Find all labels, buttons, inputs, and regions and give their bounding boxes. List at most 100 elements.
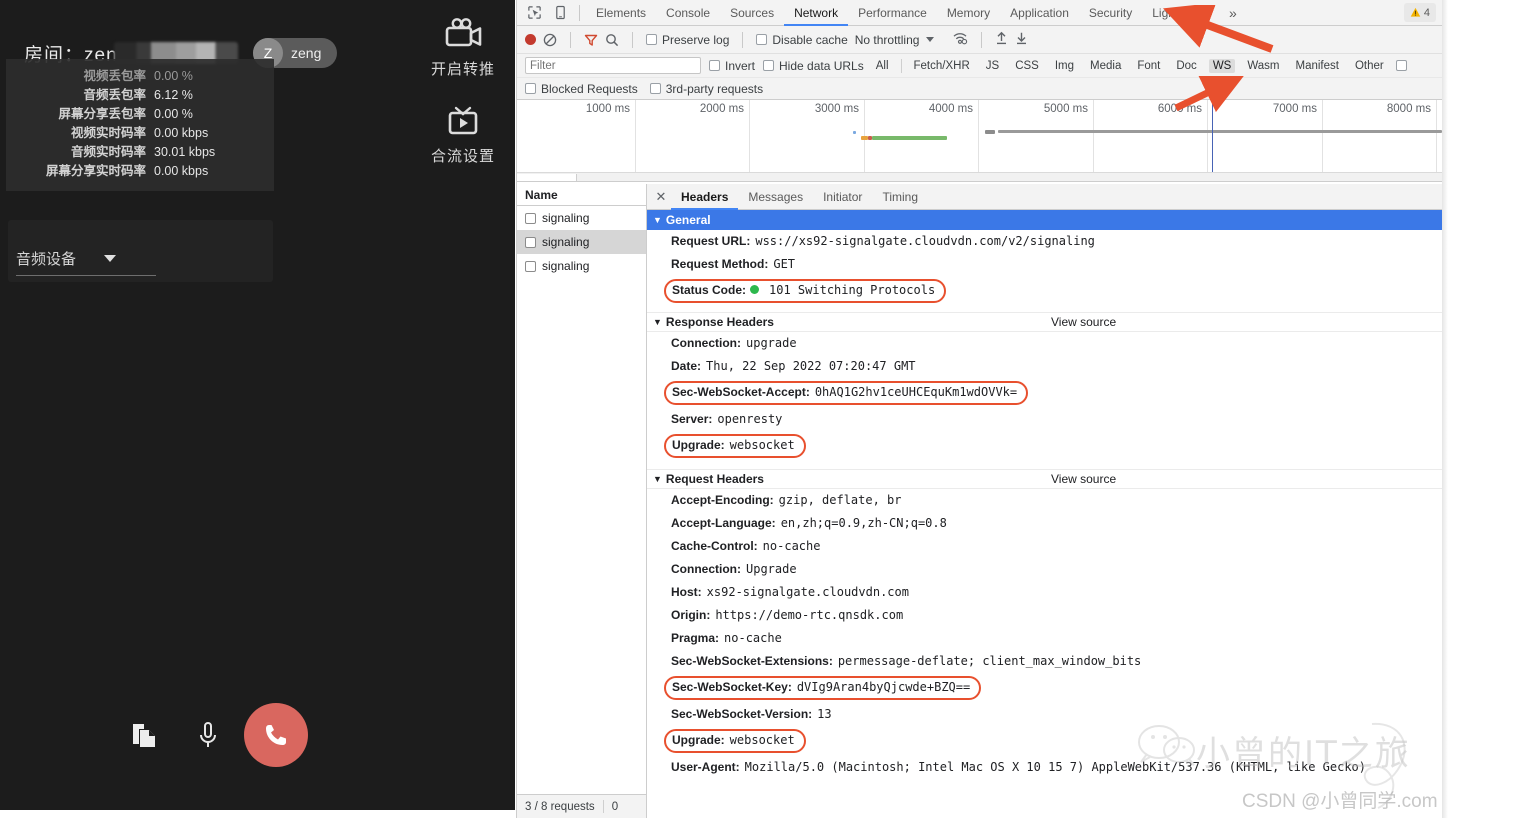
blocked-requests-checkbox[interactable]: Blocked Requests [525,82,638,96]
header-value: permessage-deflate; client_max_window_bi… [837,654,1142,668]
filter-type-ws[interactable]: WS [1208,58,1236,73]
screenshot-root: 房间：zen Z zeng 视频丢包率 0.00 % 音频丢包率 6.12 % … [0,0,1522,818]
invert-checkbox[interactable]: Invert [709,59,755,73]
tab-messages[interactable]: Messages [738,184,813,210]
overview-band [985,130,995,134]
table-row[interactable]: signaling [517,206,646,230]
header-value: xs92-signalgate.cloudvdn.com [706,585,909,599]
header-key: Connection: [671,336,741,350]
record-button[interactable] [525,34,536,45]
more-tabs-icon[interactable]: » [1221,5,1245,21]
section-response-headers-header[interactable]: ▼ Response Headers View source [647,312,1442,332]
toolbar-divider [579,4,580,21]
side-action-start-relay[interactable]: 开启转推 [422,14,504,79]
stats-row: 音频丢包率 6.12 % [6,86,260,105]
table-row[interactable]: signaling [517,254,646,278]
overview-scrollbar[interactable] [517,172,1442,181]
row-checkbox[interactable] [525,260,536,272]
stat-value: 0.00 kbps [154,164,209,178]
clear-icon[interactable] [543,33,557,47]
filter-type-all[interactable]: All [872,59,893,73]
filter-type-css[interactable]: CSS [1011,59,1043,73]
header-row: Accept-Language: en,zh;q=0.9,zh-CN;q=0.8 [647,512,1442,535]
import-har-icon[interactable] [995,31,1008,48]
tab-lighthouse[interactable]: Lighthouse [1142,0,1221,26]
filter-type-fetch-xhr[interactable]: Fetch/XHR [910,59,974,73]
inspect-element-icon[interactable] [521,1,547,25]
header-key: Connection: [671,562,741,576]
tab-console[interactable]: Console [656,0,720,26]
tab-elements[interactable]: Elements [586,0,656,26]
overview-band [998,130,1442,133]
filter-type-img[interactable]: Img [1051,59,1078,73]
header-value: no-cache [762,539,821,553]
headers-content[interactable]: ▼ General Request URL: wss://xs92-signal… [647,210,1442,818]
header-row: Connection: upgrade [647,332,1442,355]
toolbar-divider [632,31,633,48]
tab-network[interactable]: Network [784,0,848,26]
audio-device-select[interactable]: 音频设备 [16,248,156,276]
tab-memory[interactable]: Memory [937,0,1000,26]
tab-timing[interactable]: Timing [872,184,928,210]
filter-type-doc[interactable]: Doc [1172,59,1200,73]
tab-sources[interactable]: Sources [720,0,784,26]
export-har-icon[interactable] [1015,31,1028,48]
screen-share-icon[interactable] [130,722,160,755]
section-request-headers-header[interactable]: ▼ Request Headers View source [647,469,1442,489]
scrollbar-thumb[interactable] [517,174,577,181]
chevron-down-icon[interactable] [926,37,935,42]
webrtc-demo-app: 房间：zen Z zeng 视频丢包率 0.00 % 音频丢包率 6.12 % … [0,0,515,810]
timeline-tick-label: 2000 ms [699,103,744,115]
warning-badge[interactable]: 4 [1403,3,1436,22]
close-icon[interactable]: ✕ [651,189,671,205]
table-row[interactable]: signaling [517,230,646,254]
view-source-link[interactable]: View source [1051,312,1116,332]
microphone-icon[interactable] [196,720,220,757]
timeline-tick-label: 3000 ms [814,103,859,115]
disable-cache-checkbox[interactable]: Disable cache [756,33,848,47]
tab-security[interactable]: Security [1079,0,1142,26]
side-action-merge-settings[interactable]: 合流设置 [422,101,504,166]
has-blocked-cookies-checkbox[interactable] [1395,60,1407,71]
header-row-highlighted: Status Code: 101 Switching Protocols [647,276,1442,306]
network-overview-timeline[interactable]: 1000 ms 2000 ms 3000 ms 4000 ms 5000 ms … [517,100,1442,182]
call-control-bar [0,692,515,802]
warning-triangle-icon [1410,7,1421,17]
filter-type-js[interactable]: JS [982,59,1003,73]
header-row: Date: Thu, 22 Sep 2022 07:20:47 GMT [647,355,1442,378]
preserve-log-checkbox[interactable]: Preserve log [646,33,729,47]
third-party-requests-checkbox[interactable]: 3rd-party requests [649,82,763,96]
section-general-header[interactable]: ▼ General [647,210,1442,230]
audio-device-label: 音频设备 [16,251,77,268]
header-key: Accept-Encoding: [671,493,774,507]
filter-type-manifest[interactable]: Manifest [1292,59,1343,73]
tab-headers[interactable]: Headers [671,184,738,210]
filter-type-other[interactable]: Other [1351,59,1388,73]
overview-band [872,136,947,140]
stat-value: 6.12 % [154,88,193,102]
view-source-link[interactable]: View source [1051,469,1116,489]
filter-type-font[interactable]: Font [1133,59,1164,73]
request-list-column-name[interactable]: Name [517,184,646,206]
filter-funnel-icon[interactable] [584,33,598,47]
network-control-bar: Preserve log Disable cache No throttling [517,26,1442,54]
row-checkbox[interactable] [525,212,536,224]
request-list-empty-space [517,278,646,794]
tab-application[interactable]: Application [1000,0,1079,26]
filter-input[interactable] [525,57,701,74]
row-checkbox[interactable] [525,236,536,248]
tab-initiator[interactable]: Initiator [813,184,872,210]
throttling-select[interactable]: No throttling [855,33,920,47]
header-row: Request Method: GET [647,253,1442,276]
filter-type-media[interactable]: Media [1086,59,1125,73]
header-row-highlighted: Sec-WebSocket-Key: dVIg9Aran4byQjcwde+BZ… [647,673,1442,703]
blocked-requests-label: Blocked Requests [541,81,638,96]
hide-data-urls-checkbox[interactable]: Hide data URLs [763,59,864,73]
search-icon[interactable] [605,33,619,47]
tab-performance[interactable]: Performance [848,0,937,26]
request-detail-pane: ✕ Headers Messages Initiator Timing ▼ Ge… [647,184,1442,818]
device-toolbar-icon[interactable] [547,1,573,25]
network-conditions-icon[interactable] [952,31,968,48]
hangup-button[interactable] [244,703,308,767]
filter-type-wasm[interactable]: Wasm [1243,59,1283,73]
